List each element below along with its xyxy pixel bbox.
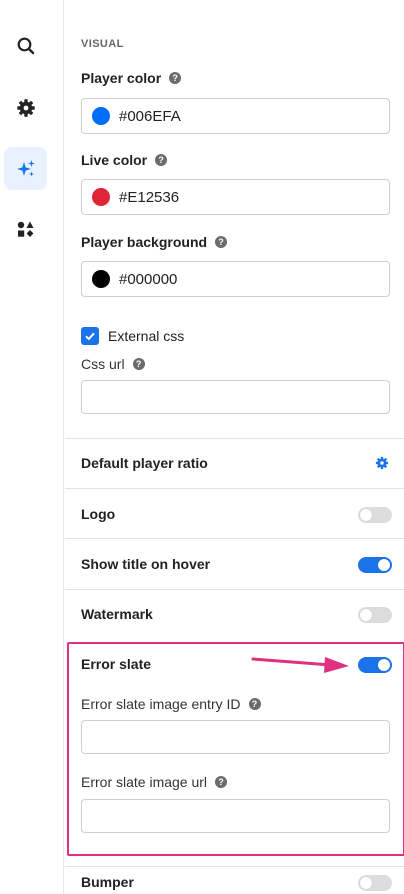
external-css-checkbox[interactable] <box>81 327 99 345</box>
divider <box>65 538 404 539</box>
rail-settings-button[interactable] <box>4 86 47 129</box>
live-color-label: Live color ? <box>81 152 168 168</box>
bumper-label: Bumper <box>81 874 134 890</box>
shapes-icon <box>17 221 33 237</box>
watermark-toggle[interactable] <box>358 607 392 623</box>
external-css-row: External css <box>81 327 184 345</box>
settings-panel: VISUAL Player color ? #006EFA Live color… <box>65 0 404 894</box>
css-url-label: Css url ? <box>81 356 145 372</box>
live-color-input[interactable]: #E12536 <box>81 179 390 215</box>
help-icon[interactable]: ? <box>215 236 228 248</box>
search-icon <box>17 37 34 54</box>
logo-label: Logo <box>81 506 116 522</box>
toggle-knob <box>360 877 372 889</box>
rail-plugins-button[interactable] <box>4 207 47 250</box>
help-icon[interactable]: ? <box>132 358 145 370</box>
player-color-label: Player color ? <box>81 70 182 86</box>
rail-customize-button[interactable] <box>4 147 47 190</box>
sparkle-icon <box>16 159 35 176</box>
help-icon[interactable]: ? <box>155 154 168 166</box>
live-color-swatch[interactable] <box>92 188 110 206</box>
error-slate-image-url-label: Error slate image url ? <box>81 774 228 790</box>
css-url-input[interactable] <box>81 380 390 414</box>
gear-icon[interactable] <box>375 456 389 470</box>
default-player-ratio-label: Default player ratio <box>81 455 208 471</box>
watermark-label: Watermark <box>81 606 153 622</box>
player-background-label: Player background ? <box>81 234 228 250</box>
divider <box>65 866 404 867</box>
arrow-icon <box>251 657 349 673</box>
gear-icon <box>16 98 35 117</box>
checkmark-icon <box>85 332 95 341</box>
player-color-swatch[interactable] <box>92 107 110 125</box>
error-slate-image-entry-id-input[interactable] <box>81 720 390 754</box>
player-color-input[interactable]: #006EFA <box>81 98 390 134</box>
show-title-on-hover-label: Show title on hover <box>81 556 211 572</box>
section-label-visual: VISUAL <box>81 38 124 50</box>
external-css-label: External css <box>108 328 185 344</box>
divider <box>65 589 404 590</box>
help-icon[interactable]: ? <box>169 72 182 84</box>
left-rail <box>0 0 64 894</box>
logo-toggle[interactable] <box>358 507 392 523</box>
toggle-knob <box>378 659 390 671</box>
error-slate-image-entry-id-label: Error slate image entry ID ? <box>81 696 261 712</box>
error-slate-toggle[interactable] <box>358 657 392 673</box>
divider <box>65 438 404 439</box>
show-title-on-hover-toggle[interactable] <box>358 557 392 573</box>
toggle-knob <box>378 559 390 571</box>
toggle-knob <box>360 509 372 521</box>
toggle-knob <box>360 609 372 621</box>
divider <box>65 488 404 489</box>
help-icon[interactable]: ? <box>215 776 228 788</box>
error-slate-label: Error slate <box>81 656 152 672</box>
rail-search-button[interactable] <box>4 24 47 67</box>
bumper-toggle[interactable] <box>358 875 392 891</box>
player-background-swatch[interactable] <box>92 270 110 288</box>
help-icon[interactable]: ? <box>248 698 261 710</box>
player-background-input[interactable]: #000000 <box>81 261 390 297</box>
error-slate-image-url-input[interactable] <box>81 799 390 833</box>
